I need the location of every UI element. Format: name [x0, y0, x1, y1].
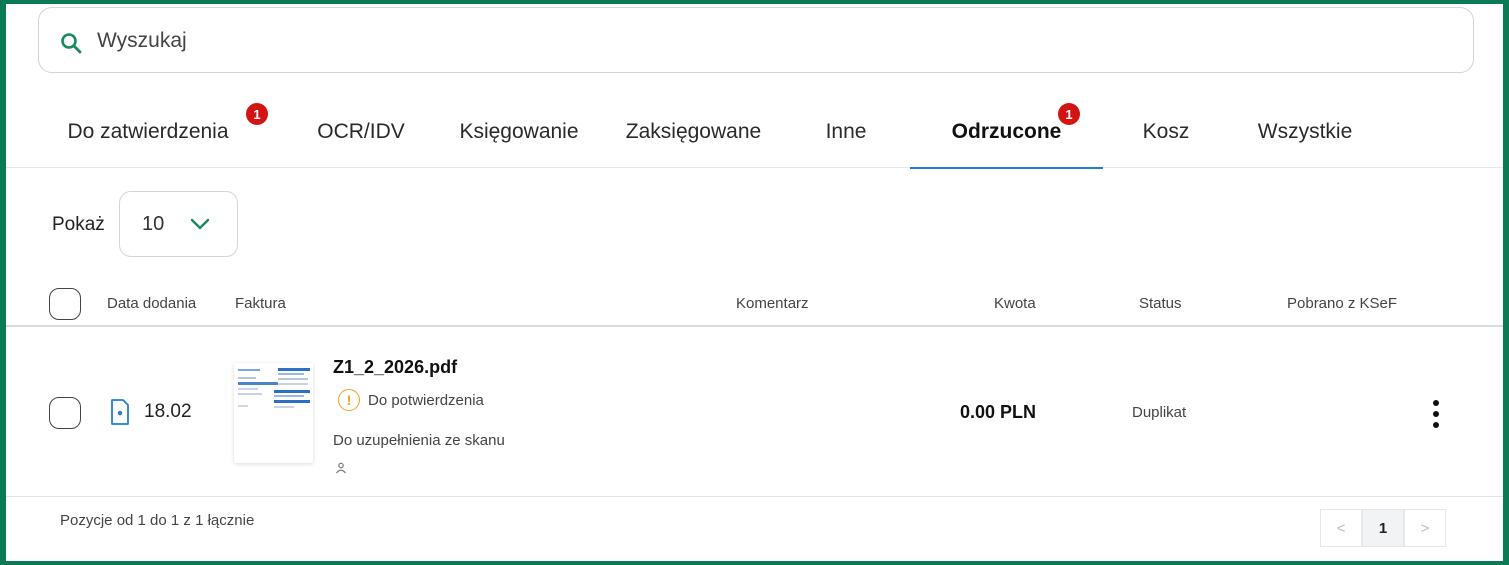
invoice-status: Duplikat — [1132, 404, 1187, 421]
page-size-label: Pokaż — [52, 214, 105, 235]
tab-ocr-idv[interactable]: OCR/IDV — [311, 96, 411, 168]
prev-page-button[interactable]: < — [1320, 509, 1362, 547]
page-size-select[interactable]: 10 — [119, 191, 238, 257]
invoice-note: Do uzupełnienia ze skanu — [333, 432, 505, 449]
row-date: 18.02 — [144, 401, 192, 422]
warning-icon: ! — [338, 389, 360, 411]
invoice-filename[interactable]: Z1_2_2026.pdf — [333, 357, 457, 378]
notification-badge: 1 — [1058, 103, 1080, 125]
tab-label: Do zatwierdzenia — [67, 120, 229, 143]
tab-label: Odrzucone — [951, 120, 1062, 143]
tab-ksiegowanie[interactable]: Księgowanie — [449, 96, 589, 168]
tab-label: Kosz — [1142, 120, 1190, 143]
tab-kosz[interactable]: Kosz — [1136, 96, 1196, 168]
document-icon — [111, 399, 129, 425]
pagination: < 1 > — [1320, 509, 1446, 547]
tab-inne[interactable]: Inne — [816, 96, 876, 168]
pending-status: ! Do potwierdzenia — [338, 389, 484, 411]
tab-label: Wszystkie — [1257, 120, 1353, 143]
notification-badge: 1 — [246, 103, 268, 125]
tab-label: Inne — [825, 120, 867, 143]
main-panel: Do zatwierdzenia 1 OCR/IDV Księgowanie Z… — [6, 4, 1503, 561]
column-header-comment[interactable]: Komentarz — [736, 295, 809, 312]
more-options-icon[interactable] — [1430, 399, 1442, 429]
invoice-amount: 0.00 PLN — [960, 402, 1037, 422]
pending-label: Do potwierdzenia — [368, 391, 484, 409]
search-icon — [61, 33, 82, 54]
next-page-button[interactable]: > — [1404, 509, 1446, 547]
column-header-amount[interactable]: Kwota — [994, 295, 1036, 312]
table-row[interactable]: 18.02 Z1_2_2026.pdf ! Do potwierdzenia D… — [6, 329, 1503, 497]
search-input[interactable] — [97, 26, 1397, 56]
invoice-preview-image — [238, 368, 310, 408]
invoice-thumbnail[interactable] — [234, 363, 313, 463]
tab-label: Zaksięgowane — [625, 120, 762, 143]
row-checkbox[interactable] — [49, 397, 81, 429]
page-1-button[interactable]: 1 — [1362, 509, 1404, 547]
column-header-invoice[interactable]: Faktura — [235, 295, 286, 312]
tab-wszystkie[interactable]: Wszystkie — [1246, 96, 1364, 168]
tab-label: OCR/IDV — [317, 120, 405, 143]
tab-label: Księgowanie — [459, 120, 579, 143]
page-size-value: 10 — [142, 213, 165, 235]
select-all-checkbox[interactable] — [49, 288, 81, 320]
chevron-down-icon — [190, 218, 210, 230]
tab-zaksiegowane[interactable]: Zaksięgowane — [616, 96, 771, 168]
search-bar[interactable] — [38, 7, 1474, 73]
column-header-status[interactable]: Status — [1139, 295, 1182, 312]
column-header-ksef[interactable]: Pobrano z KSeF — [1287, 295, 1397, 312]
tab-bar: Do zatwierdzenia 1 OCR/IDV Księgowanie Z… — [6, 96, 1503, 169]
table-header: Data dodania Faktura Komentarz Kwota Sta… — [6, 281, 1503, 327]
tab-do-zatwierdzenia[interactable]: Do zatwierdzenia — [58, 96, 238, 168]
column-header-date[interactable]: Data dodania — [107, 295, 196, 312]
pagination-summary: Pozycje od 1 do 1 z 1 łącznie — [60, 512, 255, 529]
user-icon — [336, 462, 346, 474]
